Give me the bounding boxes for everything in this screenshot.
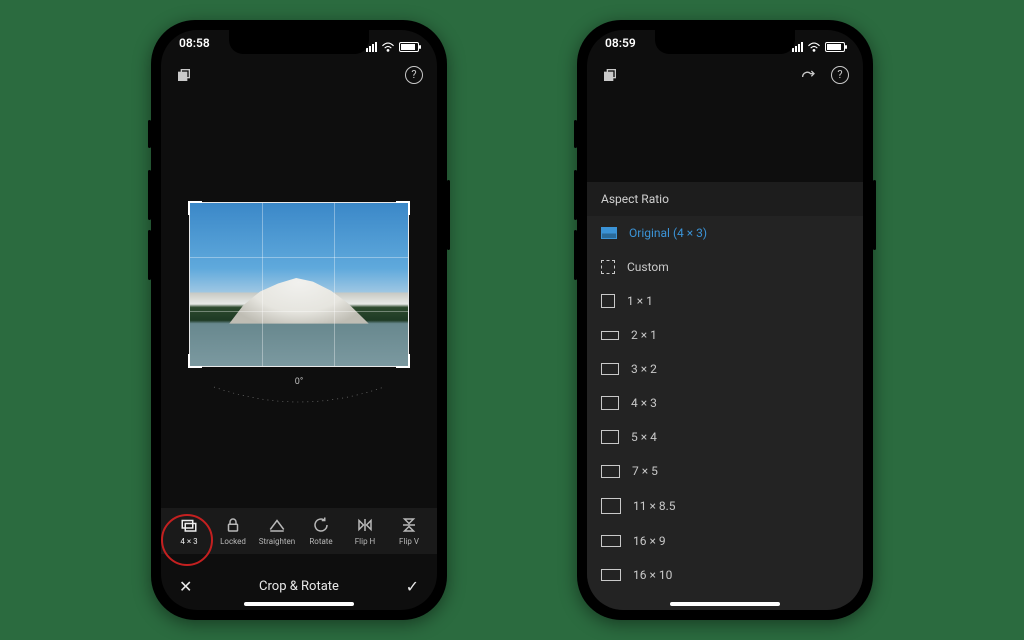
aspect-ratio-option[interactable]: 4 × 3 bbox=[587, 386, 863, 420]
status-time: 08:59 bbox=[605, 36, 636, 58]
phone-left: 08:58 ? bbox=[151, 20, 447, 620]
ratio-icon bbox=[601, 498, 621, 514]
ratio-icon bbox=[601, 331, 619, 340]
crop-handle-br[interactable] bbox=[396, 354, 410, 368]
photo-preview bbox=[190, 203, 408, 366]
bottom-bar: ✕ Crop & Rotate ✓ bbox=[161, 577, 437, 596]
aspect-ratio-option[interactable]: 3 × 2 bbox=[587, 352, 863, 386]
ratio-icon bbox=[601, 294, 615, 308]
crop-handle-bl[interactable] bbox=[188, 354, 202, 368]
ratio-label: 16 × 10 bbox=[633, 568, 672, 582]
aspect-ratio-panel: Aspect Ratio Original (4 × 3) Custom 1 × 1… bbox=[587, 182, 863, 610]
tool-flip-h[interactable]: Flip H bbox=[344, 516, 386, 546]
tool-label: 4 × 3 bbox=[180, 537, 197, 546]
ratio-icon bbox=[601, 260, 615, 274]
tool-label: Straighten bbox=[259, 537, 295, 546]
aspect-ratio-list: Original (4 × 3) Custom 1 × 1 2 × 1 3 × 2 4 ×… bbox=[587, 216, 863, 592]
ratio-label: 5 × 4 bbox=[631, 430, 657, 444]
redo-icon[interactable] bbox=[799, 66, 817, 84]
ratio-label: Original (4 × 3) bbox=[629, 226, 707, 240]
aspect-ratio-option[interactable]: 7 × 5 bbox=[587, 454, 863, 488]
tool-flip-v[interactable]: Flip V bbox=[388, 516, 430, 546]
ratio-label: 7 × 5 bbox=[632, 464, 658, 478]
top-bar: ? bbox=[161, 58, 437, 92]
notch bbox=[229, 30, 369, 54]
ratio-icon bbox=[601, 430, 619, 444]
crop-handle-tl[interactable] bbox=[188, 201, 202, 215]
help-icon[interactable]: ? bbox=[405, 66, 423, 84]
image-stage: 0° bbox=[161, 202, 437, 405]
cancel-button[interactable]: ✕ bbox=[179, 577, 192, 596]
screen-title: Crop & Rotate bbox=[259, 579, 339, 594]
tool-label: Rotate bbox=[309, 537, 332, 546]
tool-label: Flip H bbox=[355, 537, 376, 546]
ratio-icon bbox=[601, 535, 621, 546]
ratio-label: 16 × 9 bbox=[633, 534, 666, 548]
ratio-icon bbox=[601, 465, 620, 479]
ratio-icon bbox=[601, 396, 619, 410]
aspect-ratio-option[interactable]: 1 × 1 bbox=[587, 284, 863, 318]
top-bar: ? bbox=[587, 58, 863, 92]
confirm-button[interactable]: ✓ bbox=[406, 577, 419, 596]
aspect-ratio-option[interactable]: Original (4 × 3) bbox=[587, 216, 863, 250]
aspect-ratio-option[interactable]: 11 × 8.5 bbox=[587, 488, 863, 524]
battery-icon bbox=[825, 42, 845, 52]
foreground-icon[interactable] bbox=[175, 66, 193, 84]
ratio-label: 1 × 1 bbox=[627, 294, 653, 308]
ratio-label: Custom bbox=[627, 260, 669, 274]
aspect-ratio-option[interactable]: 5 × 4 bbox=[587, 420, 863, 454]
aspect-ratio-option[interactable]: 2 × 1 bbox=[587, 318, 863, 352]
tool-label: Flip V bbox=[399, 537, 419, 546]
ratio-label: 11 × 8.5 bbox=[633, 499, 676, 513]
status-time: 08:58 bbox=[179, 36, 210, 58]
ratio-label: 4 × 3 bbox=[631, 396, 657, 410]
wifi-icon bbox=[807, 42, 821, 52]
battery-icon bbox=[399, 42, 419, 52]
aspect-ratio-option[interactable]: 16 × 9 bbox=[587, 524, 863, 558]
tool-straighten[interactable]: Straighten bbox=[256, 516, 298, 546]
phone-right: 08:59 ? Aspect Ratio Original (4 × 3) Cus… bbox=[577, 20, 873, 620]
ratio-icon bbox=[601, 569, 621, 582]
tool-aspect-ratio[interactable]: 4 × 3 bbox=[168, 516, 210, 546]
ratio-label: 3 × 2 bbox=[631, 362, 657, 376]
tool-label: Locked bbox=[220, 537, 246, 546]
wifi-icon bbox=[381, 42, 395, 52]
home-indicator[interactable] bbox=[670, 602, 780, 606]
panel-title: Aspect Ratio bbox=[587, 182, 863, 216]
home-indicator[interactable] bbox=[244, 602, 354, 606]
tool-rotate[interactable]: Rotate bbox=[300, 516, 342, 546]
angle-dial[interactable]: 0° bbox=[204, 377, 394, 405]
foreground-icon[interactable] bbox=[601, 66, 619, 84]
aspect-ratio-option[interactable]: 16 × 10 bbox=[587, 558, 863, 592]
tool-locked[interactable]: Locked bbox=[212, 516, 254, 546]
ratio-icon bbox=[601, 227, 617, 239]
aspect-ratio-option[interactable]: Custom bbox=[587, 250, 863, 284]
notch bbox=[655, 30, 795, 54]
help-icon[interactable]: ? bbox=[831, 66, 849, 84]
crop-frame[interactable] bbox=[189, 202, 409, 367]
crop-toolbar: 4 × 3 Locked Straighten Rotate Flip H Fl… bbox=[161, 508, 437, 554]
ratio-icon bbox=[601, 363, 619, 375]
ratio-label: 2 × 1 bbox=[631, 328, 657, 342]
crop-handle-tr[interactable] bbox=[396, 201, 410, 215]
